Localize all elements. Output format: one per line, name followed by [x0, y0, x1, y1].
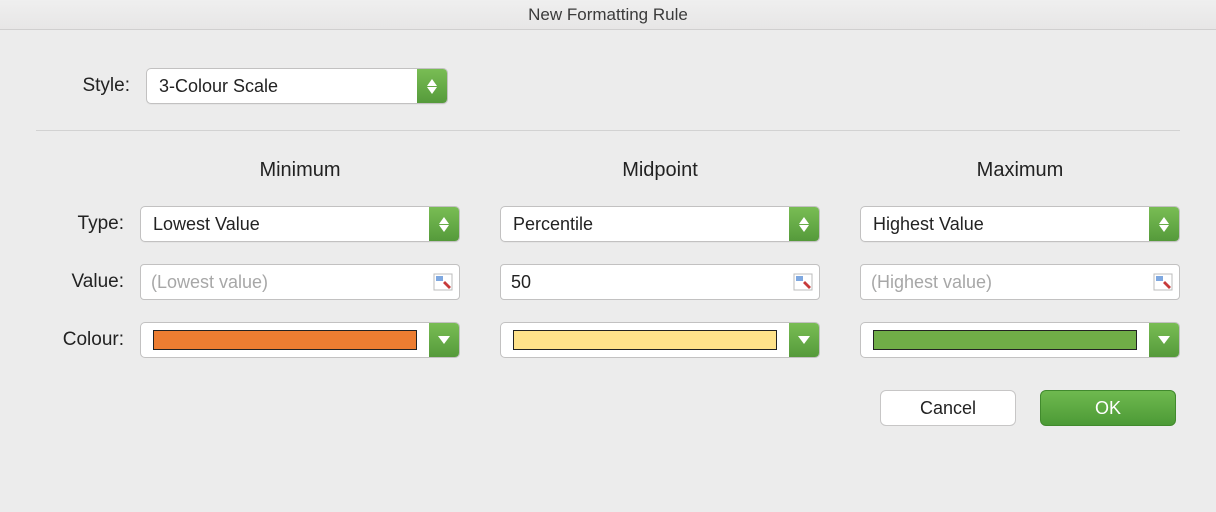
ok-button[interactable]: OK [1040, 390, 1176, 426]
window-title: New Formatting Rule [528, 5, 688, 24]
style-select[interactable]: 3-Colour Scale [146, 68, 448, 104]
value-input-minimum-placeholder: (Lowest value) [151, 272, 431, 293]
col-header-maximum: Maximum [860, 159, 1180, 182]
updown-icon [429, 207, 459, 241]
colour-picker-maximum[interactable] [860, 322, 1180, 358]
cancel-button-label: Cancel [920, 398, 976, 419]
cell-reference-icon[interactable] [791, 271, 815, 293]
value-input-midpoint[interactable]: 50 [500, 264, 820, 300]
dropdown-icon [429, 323, 459, 357]
type-select-midpoint-value: Percentile [501, 207, 789, 241]
colour-label: Colour: [36, 329, 140, 351]
dropdown-icon [1149, 323, 1179, 357]
type-label: Type: [36, 213, 140, 235]
value-input-maximum-placeholder: (Highest value) [871, 272, 1151, 293]
value-input-maximum[interactable]: (Highest value) [860, 264, 1180, 300]
colour-swatch-maximum [873, 330, 1137, 350]
updown-icon [789, 207, 819, 241]
value-input-minimum[interactable]: (Lowest value) [140, 264, 460, 300]
style-select-value: 3-Colour Scale [147, 69, 417, 103]
col-header-midpoint: Midpoint [500, 159, 820, 182]
section-divider [36, 130, 1180, 131]
updown-icon [417, 69, 447, 103]
type-select-maximum-value: Highest Value [861, 207, 1149, 241]
type-select-minimum[interactable]: Lowest Value [140, 206, 460, 242]
cell-reference-icon[interactable] [1151, 271, 1175, 293]
dropdown-icon [789, 323, 819, 357]
cell-reference-icon[interactable] [431, 271, 455, 293]
colour-picker-midpoint[interactable] [500, 322, 820, 358]
type-select-maximum[interactable]: Highest Value [860, 206, 1180, 242]
type-select-minimum-value: Lowest Value [141, 207, 429, 241]
ok-button-label: OK [1095, 398, 1121, 419]
col-header-minimum: Minimum [140, 159, 460, 182]
style-label: Style: [36, 75, 146, 97]
cancel-button[interactable]: Cancel [880, 390, 1016, 426]
value-input-midpoint-value: 50 [511, 272, 791, 293]
colour-swatch-midpoint [513, 330, 777, 350]
type-select-midpoint[interactable]: Percentile [500, 206, 820, 242]
colour-swatch-minimum [153, 330, 417, 350]
updown-icon [1149, 207, 1179, 241]
value-label: Value: [36, 271, 140, 293]
window-titlebar: New Formatting Rule [0, 0, 1216, 30]
colour-picker-minimum[interactable] [140, 322, 460, 358]
